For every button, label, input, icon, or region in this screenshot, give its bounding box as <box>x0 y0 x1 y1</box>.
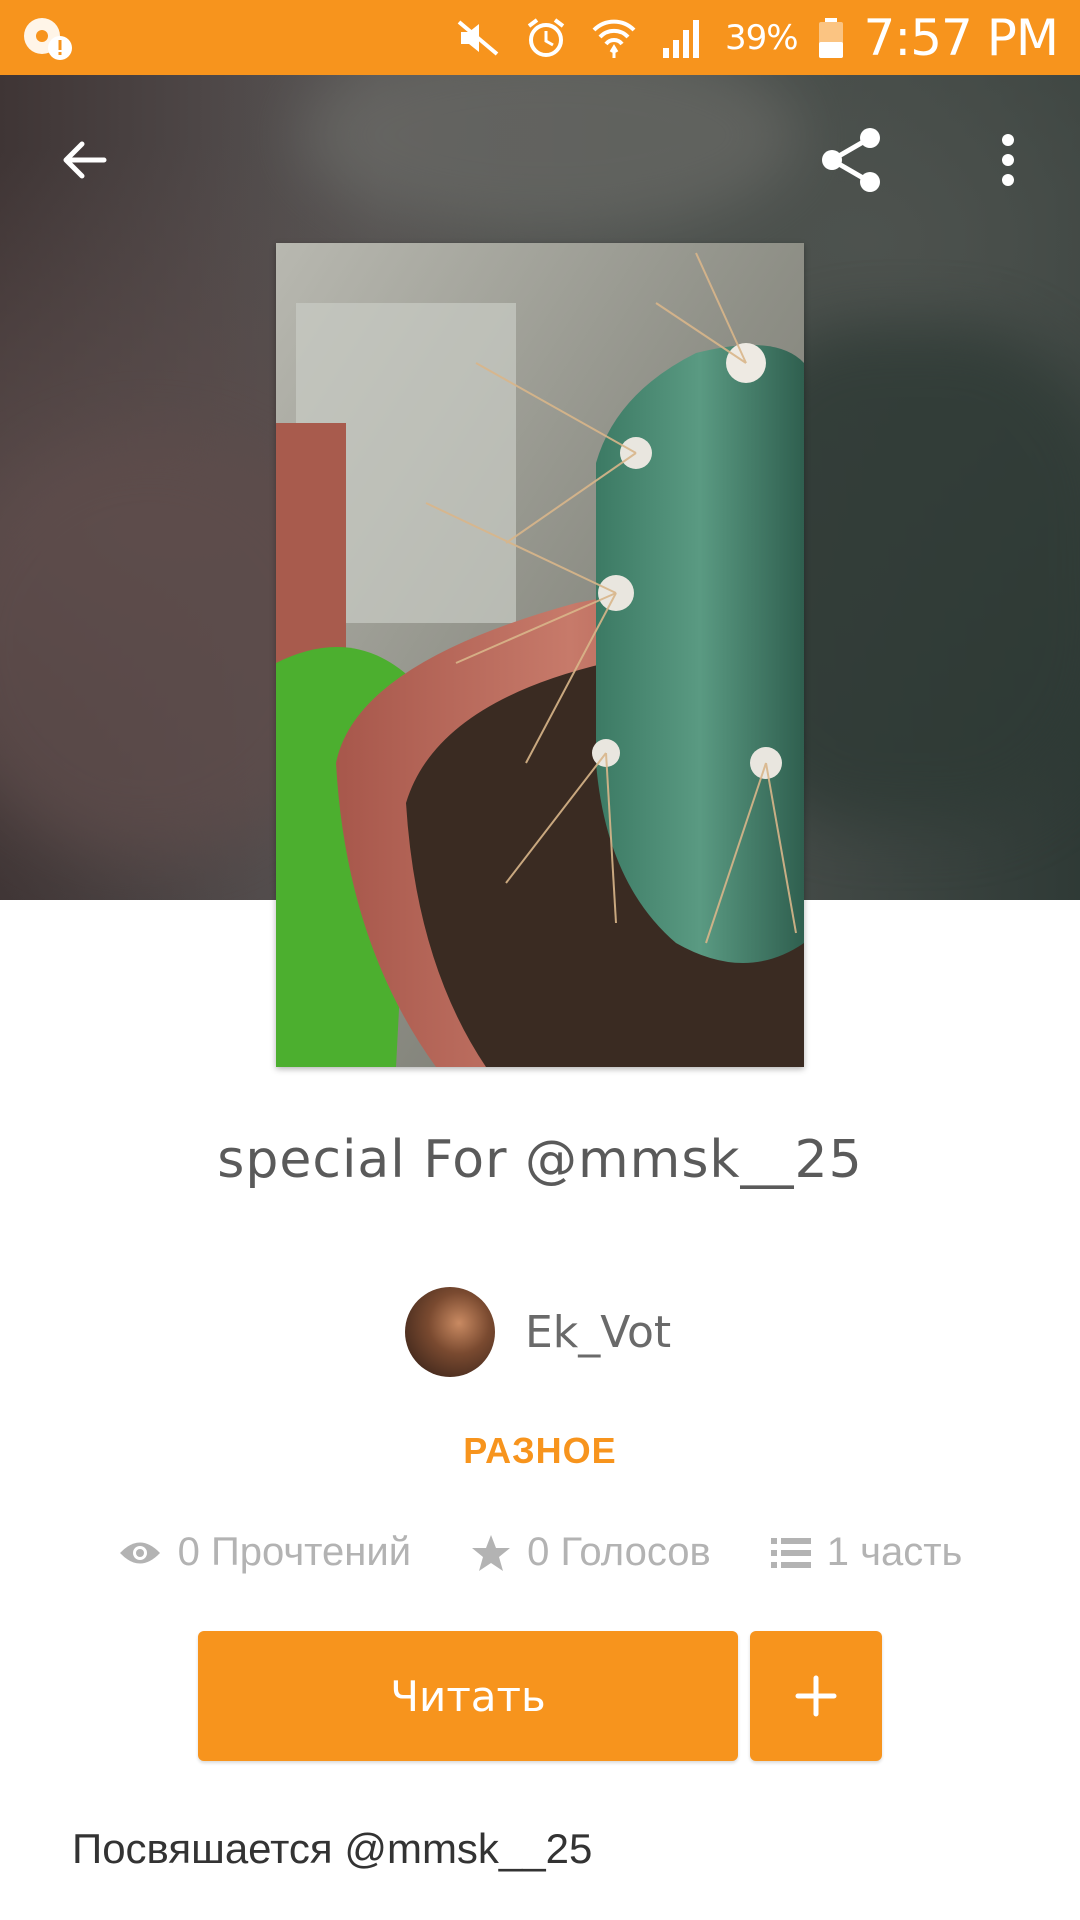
parts-stat: 1 часть <box>770 1530 963 1575</box>
star-icon <box>472 1534 511 1571</box>
story-cover-image[interactable] <box>276 243 804 1067</box>
votes-count: 0 Голосов <box>527 1530 711 1574</box>
list-icon <box>770 1537 811 1568</box>
signal-icon <box>662 19 699 58</box>
eye-icon <box>119 1542 160 1563</box>
more-vertical-icon <box>1002 134 1014 186</box>
share-icon <box>822 128 880 192</box>
story-title: special For @mmsk__25 <box>217 1130 863 1190</box>
votes-stat: 0 Голосов <box>471 1530 711 1575</box>
reads-stat: 0 Прочтений <box>118 1530 411 1575</box>
avatar[interactable] <box>405 1287 495 1377</box>
more-options-button[interactable] <box>968 120 1048 200</box>
add-to-library-button[interactable] <box>750 1631 882 1761</box>
wifi-icon <box>592 19 636 58</box>
status-bar: 39% 7:57 PM <box>0 0 1080 75</box>
read-button[interactable]: Читать <box>198 1631 738 1761</box>
back-button[interactable] <box>44 120 124 200</box>
cactus-cover-illustration <box>276 243 804 1067</box>
story-stats: 0 Прочтений 0 Голосов 1 часть <box>0 1530 1080 1575</box>
battery-icon <box>818 17 843 58</box>
mute-icon <box>457 19 499 56</box>
author-name[interactable]: Ek_Vot <box>525 1307 671 1358</box>
alarm-icon <box>527 17 565 57</box>
category-link[interactable]: РАЗНОЕ <box>0 1430 1080 1472</box>
status-icons: 39% 7:57 PM <box>453 0 1059 75</box>
share-button[interactable] <box>812 120 892 200</box>
reads-count: 0 Прочтений <box>177 1530 412 1574</box>
story-description: Посвяшается @mmsk__25 <box>72 1825 593 1872</box>
author-link[interactable]: Ek_Vot <box>405 1287 671 1377</box>
battery-percent: 39% <box>724 17 799 58</box>
arrow-left-icon <box>63 141 107 179</box>
plus-icon <box>795 1675 837 1717</box>
parts-count: 1 часть <box>826 1530 963 1574</box>
notification-alert-icon <box>24 18 72 60</box>
clock: 7:57 PM <box>863 8 1059 67</box>
